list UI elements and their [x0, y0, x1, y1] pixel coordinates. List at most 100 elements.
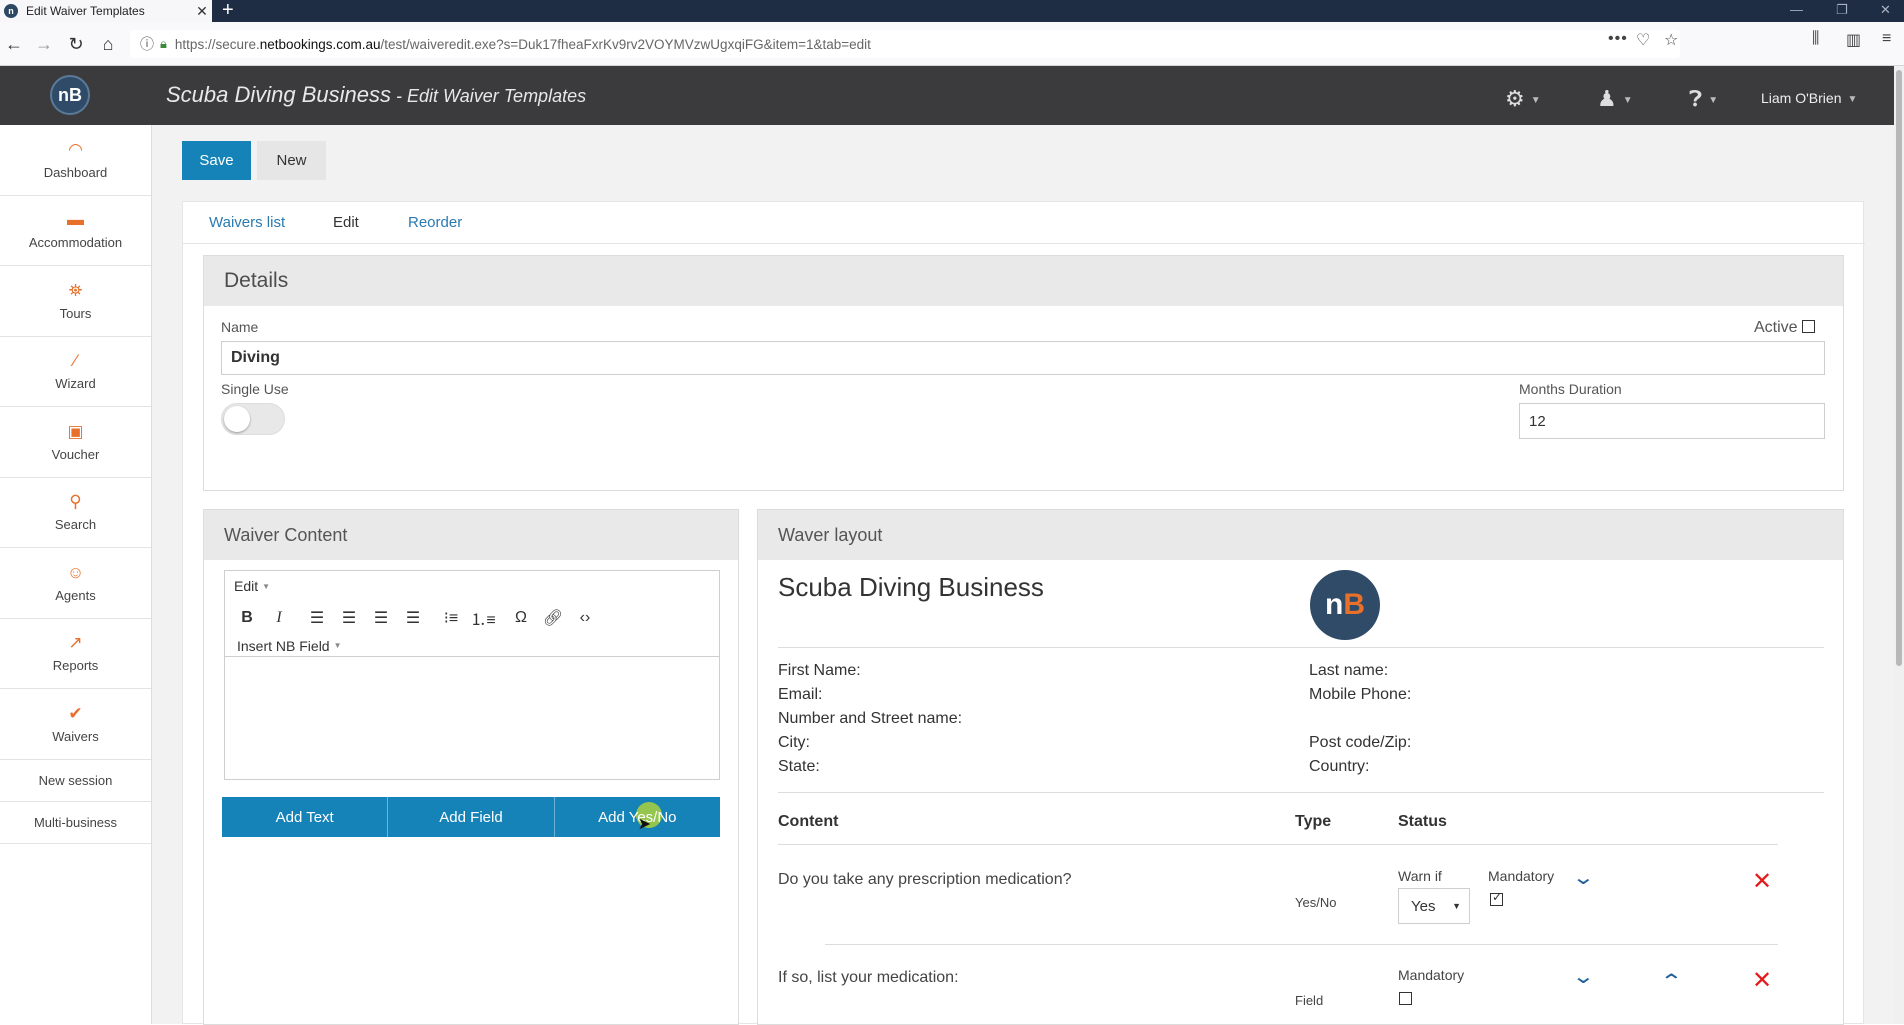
question-text[interactable]: If so, list your medication:	[778, 969, 959, 987]
tab-reorder[interactable]: Reorder	[408, 214, 462, 231]
add-text-button[interactable]: Add Text	[222, 797, 389, 837]
reload-icon[interactable]: ↻	[64, 32, 88, 56]
mandatory-checkbox[interactable]	[1399, 992, 1412, 1005]
search-icon: ⚲	[69, 492, 82, 512]
divider	[778, 792, 1824, 793]
save-button[interactable]: Save	[182, 141, 251, 180]
align-right-icon[interactable]: ☰	[365, 605, 397, 631]
restore-icon[interactable]: ❐	[1836, 2, 1848, 18]
editor-edit-menu[interactable]: Edit ▼	[225, 571, 719, 601]
add-yes-no-button[interactable]: Add Yes/No ➤	[554, 797, 720, 837]
move-up-icon[interactable]: ⌃	[1660, 972, 1683, 992]
insert-nb-field-menu[interactable]: Insert NB Field ▼	[225, 635, 719, 657]
minimize-icon[interactable]: —	[1790, 2, 1803, 17]
lock-icon: 🔒︎	[160, 36, 167, 51]
align-center-icon[interactable]: ☰	[333, 605, 365, 631]
editor-toolbar: B I ☰ ☰ ☰ ☰ ⁝≡ ⒈≡ Ω 🔗︎ ‹›	[225, 601, 719, 635]
back-icon[interactable]: ←	[2, 32, 26, 56]
sidebar-link-new-session[interactable]: New session	[0, 760, 151, 802]
chevron-down-icon: ▼	[1530, 94, 1541, 106]
sidebar-item-wizard[interactable]: ⁄ Wizard	[0, 337, 151, 407]
single-use-label: Single Use	[221, 381, 289, 397]
menu-icon[interactable]: ≡	[1882, 30, 1891, 48]
sidebar-item-voucher[interactable]: ▣ Voucher	[0, 407, 151, 478]
tab-edit[interactable]: Edit	[333, 214, 359, 231]
sidebar-toggle-icon[interactable]: ▥	[1846, 30, 1861, 50]
sidebar-item-waivers[interactable]: ✔ Waivers	[0, 689, 151, 760]
single-use-toggle[interactable]	[221, 403, 285, 435]
library-icon[interactable]: ⫼	[1812, 30, 1819, 48]
align-left-icon[interactable]: ☰	[301, 605, 333, 631]
add-field-button[interactable]: Add Field	[388, 797, 555, 837]
source-code-icon[interactable]: ‹›	[569, 605, 601, 631]
move-down-icon[interactable]: ⌄	[1572, 967, 1595, 987]
app-logo[interactable]: nB	[50, 75, 90, 115]
tab-divider	[183, 243, 1865, 244]
move-down-icon[interactable]: ⌄	[1572, 868, 1595, 888]
address-bar[interactable]: ⓘ 🔒︎ https://secure.netbookings.com.au/t…	[130, 30, 1680, 58]
forward-icon[interactable]: →	[32, 32, 56, 56]
new-tab-icon[interactable]: +	[222, 0, 234, 20]
sidebar: ◠ Dashboard ▬ Accommodation ⛯ Tours ⁄ Wizard…	[0, 125, 152, 1024]
dashboard-icon: ◠	[68, 139, 83, 159]
settings-gear-icon[interactable]: ⚙ ▼	[1505, 86, 1541, 112]
active-checkbox[interactable]	[1802, 320, 1816, 333]
sidebar-item-agents[interactable]: ☺ Agents	[0, 548, 151, 619]
close-tab-icon[interactable]: ✕	[192, 3, 212, 20]
special-character-icon[interactable]: Ω	[505, 605, 537, 631]
mandatory-checkbox[interactable]	[1490, 890, 1503, 906]
sidebar-item-tours[interactable]: ⛯ Tours	[0, 266, 151, 337]
browser-tab-strip: n Edit Waiver Templates ✕ + — ❐ ✕	[0, 0, 1904, 22]
tab-waivers-list[interactable]: Waivers list	[209, 214, 285, 231]
browser-tab[interactable]: n Edit Waiver Templates ✕	[0, 0, 212, 22]
bold-icon[interactable]: B	[231, 605, 263, 631]
waiver-content-heading: Waiver Content	[204, 510, 738, 560]
divider	[778, 844, 1778, 845]
chevron-down-icon: ▼	[333, 641, 342, 650]
chevron-down-icon: ▼	[1708, 94, 1719, 106]
italic-icon[interactable]: I	[263, 605, 295, 631]
agent-icon[interactable]: ♟ ▼	[1597, 86, 1633, 112]
agent-icon: ☺	[66, 562, 85, 582]
help-icon[interactable]: ❓︎ ▼	[1689, 86, 1718, 112]
divider	[825, 944, 1778, 945]
user-menu[interactable]: Liam O'Brien ▼	[1761, 90, 1857, 106]
sidebar-item-dashboard[interactable]: ◠ Dashboard	[0, 125, 151, 196]
rich-text-editor: Edit ▼ B I ☰ ☰ ☰ ☰ ⁝≡ ⒈≡ Ω 🔗︎ ‹› Insert …	[224, 570, 720, 780]
link-icon[interactable]: 🔗︎	[537, 605, 569, 631]
warn-if-select[interactable]: Yes ▼	[1398, 888, 1470, 924]
pocket-icon[interactable]: ♡	[1636, 30, 1650, 50]
scrollbar-thumb[interactable]	[1896, 70, 1902, 666]
postcode-field: Post code/Zip:	[1309, 734, 1412, 751]
sidebar-item-reports[interactable]: ↗ Reports	[0, 619, 151, 689]
numbered-list-icon[interactable]: ⒈≡	[467, 605, 499, 631]
home-icon[interactable]: ⌂	[96, 32, 120, 56]
editor-body[interactable]	[225, 657, 719, 779]
question-text[interactable]: Do you take any prescription medication?	[778, 871, 1072, 889]
sidebar-item-accommodation[interactable]: ▬ Accommodation	[0, 196, 151, 266]
chevron-down-icon: ▼	[1847, 93, 1858, 105]
info-icon[interactable]: ⓘ	[140, 34, 154, 54]
delete-icon[interactable]: ✕	[1752, 870, 1772, 894]
close-window-icon[interactable]: ✕	[1880, 2, 1891, 18]
chevron-down-icon: ▼	[1622, 94, 1633, 106]
business-logo: nB	[1310, 570, 1380, 640]
waiver-layout-heading: Waver layout	[758, 510, 1843, 560]
sidebar-item-search[interactable]: ⚲ Search	[0, 478, 151, 548]
name-input[interactable]: Diving	[221, 341, 1825, 375]
active-checkbox-wrap[interactable]: Active	[1754, 319, 1816, 337]
first-name-field: First Name:	[778, 662, 861, 679]
layout-business-name: Scuba Diving Business	[778, 572, 1044, 602]
add-buttons-group: Add Text Add Field Add Yes/No ➤	[222, 797, 720, 837]
page-scrollbar[interactable]	[1894, 66, 1904, 1024]
waiver-layout-box: Waver layout Scuba Diving Business nB Fi…	[757, 509, 1844, 1025]
page-actions-icon[interactable]: •••	[1608, 30, 1628, 48]
sidebar-link-multi-business[interactable]: Multi-business	[0, 802, 151, 844]
align-justify-icon[interactable]: ☰	[397, 605, 429, 631]
delete-icon[interactable]: ✕	[1752, 969, 1772, 993]
new-button[interactable]: New	[257, 141, 326, 180]
months-duration-input[interactable]: 12	[1519, 403, 1825, 439]
bullet-list-icon[interactable]: ⁝≡	[435, 605, 467, 631]
bookmark-star-icon[interactable]: ☆	[1664, 30, 1678, 50]
favicon-icon: n	[4, 4, 18, 18]
